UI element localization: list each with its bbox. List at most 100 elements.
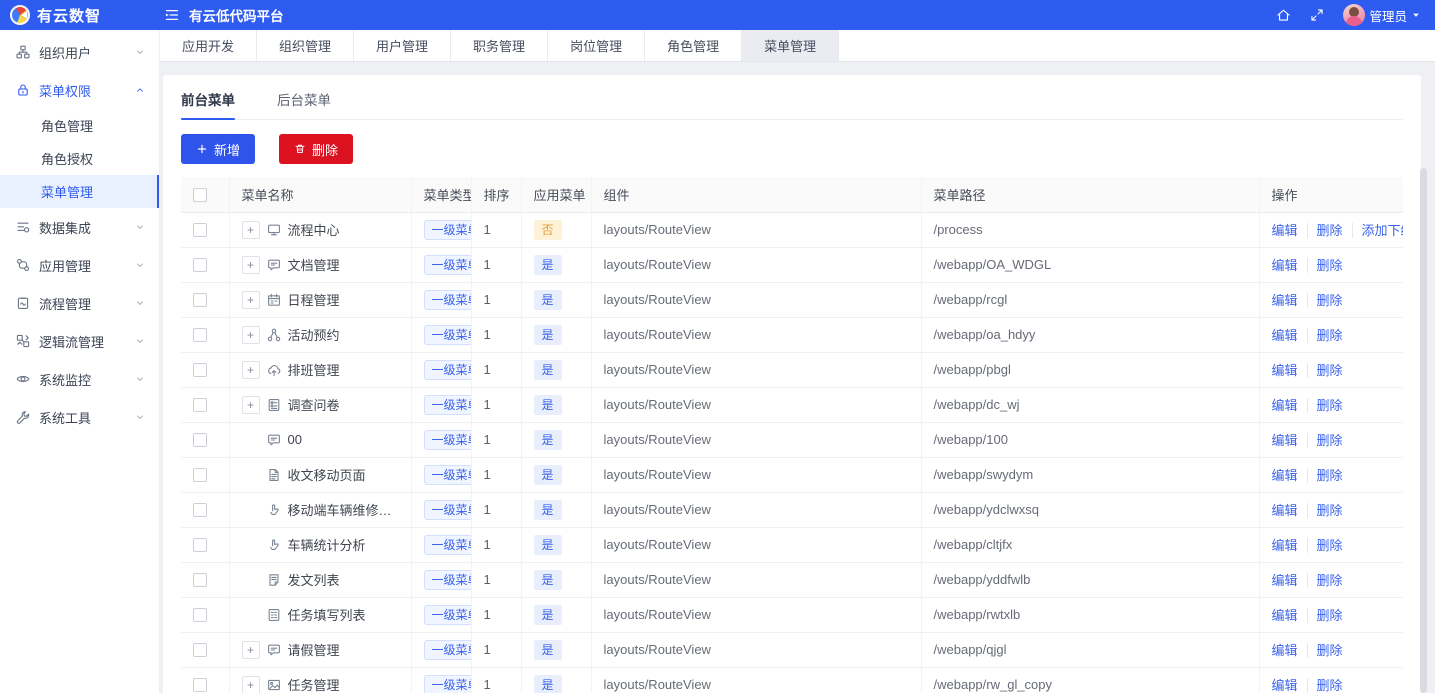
row-checkbox[interactable]	[193, 573, 207, 588]
row-checkbox[interactable]	[193, 678, 207, 693]
menu-name-cell: 车辆统计分析	[229, 527, 412, 563]
action-link-编辑[interactable]: 编辑	[1272, 538, 1307, 553]
action-link-编辑[interactable]: 编辑	[1272, 363, 1307, 378]
nav-tab-用户管理[interactable]: 用户管理	[354, 30, 452, 61]
sidebar-item-菜单权限[interactable]: 菜单权限	[0, 71, 159, 109]
action-link-编辑[interactable]: 编辑	[1272, 678, 1307, 693]
expand-button[interactable]: +	[241, 675, 260, 693]
toolbar: 新增 删除	[181, 134, 1403, 164]
page-tab-前台菜单[interactable]: 前台菜单	[181, 89, 235, 120]
sidebar-item-系统工具[interactable]: 系统工具	[0, 398, 159, 436]
expand-button[interactable]: +	[241, 290, 260, 309]
action-link-编辑[interactable]: 编辑	[1272, 643, 1307, 658]
menu-type-badge: 一级菜单	[423, 535, 470, 555]
row-checkbox[interactable]	[193, 608, 207, 623]
menu-type-badge: 一级菜单	[423, 605, 470, 625]
select-all-checkbox[interactable]	[193, 188, 207, 203]
logo-text: 有云数智	[37, 7, 102, 25]
page-tab-后台菜单[interactable]: 后台菜单	[277, 89, 331, 119]
action-link-删除[interactable]: 删除	[1306, 293, 1352, 308]
expand-button[interactable]: +	[241, 325, 260, 344]
component-cell: layouts/RouteView	[591, 352, 922, 388]
topbar: 有云数智 有云低代码平台 管理员	[0, 0, 1435, 30]
expand-button[interactable]: +	[241, 220, 260, 239]
menu-name-label: 任务填写列表	[287, 608, 366, 623]
sidebar-subitem-角色管理[interactable]: 角色管理	[0, 109, 159, 142]
action-link-编辑[interactable]: 编辑	[1272, 398, 1307, 413]
menu-name-cell: 发文列表	[229, 562, 412, 598]
delete-button[interactable]: 删除	[279, 134, 354, 164]
sidebar-item-流程管理[interactable]: 流程管理	[0, 284, 159, 322]
row-checkbox[interactable]	[193, 643, 207, 658]
nav-tab-角色管理[interactable]: 角色管理	[645, 30, 743, 61]
actions-cell: 编辑 删除	[1259, 457, 1403, 493]
action-link-编辑[interactable]: 编辑	[1272, 293, 1307, 308]
collapse-menu-icon[interactable]	[164, 7, 180, 23]
menu-type-badge: 一级菜单	[423, 255, 470, 275]
row-checkbox[interactable]	[193, 223, 207, 238]
action-link-删除[interactable]: 删除	[1306, 398, 1352, 413]
row-checkbox[interactable]	[193, 433, 207, 448]
sidebar-item-组织用户[interactable]: 组织用户	[0, 33, 159, 71]
nav-tab-职务管理[interactable]: 职务管理	[451, 30, 549, 61]
table-row: + 文档管理 一级菜单1是 layouts/RouteView/webapp/OA_W…	[181, 247, 1403, 283]
row-checkbox[interactable]	[193, 398, 207, 413]
expand-button[interactable]: +	[241, 255, 260, 274]
action-link-删除[interactable]: 删除	[1306, 678, 1352, 693]
action-link-删除[interactable]: 删除	[1306, 258, 1352, 273]
row-checkbox[interactable]	[193, 328, 207, 343]
sidebar-subitem-角色授权[interactable]: 角色授权	[0, 142, 159, 175]
app-menu-cell: 是	[521, 632, 592, 668]
menu-type-cell: 一级菜单	[411, 632, 472, 668]
action-link-删除[interactable]: 删除	[1306, 223, 1352, 238]
row-checkbox[interactable]	[193, 293, 207, 308]
row-checkbox[interactable]	[193, 363, 207, 378]
user-label: 管理员	[1369, 9, 1407, 24]
expand-button[interactable]: +	[241, 395, 260, 414]
action-link-编辑[interactable]: 编辑	[1272, 573, 1307, 588]
expand-button[interactable]: +	[241, 640, 260, 659]
action-link-删除[interactable]: 删除	[1306, 503, 1352, 518]
nav-tab-应用开发[interactable]: 应用开发	[160, 30, 258, 61]
avatar[interactable]	[1343, 4, 1366, 26]
sidebar-item-数据集成[interactable]: 数据集成	[0, 208, 159, 246]
sidebar-item-应用管理[interactable]: 应用管理	[0, 246, 159, 284]
action-link-删除[interactable]: 删除	[1306, 363, 1352, 378]
nav-tab-菜单管理[interactable]: 菜单管理	[742, 30, 840, 61]
nav-tab-组织管理[interactable]: 组织管理	[257, 30, 355, 61]
fullscreen-icon[interactable]	[1310, 8, 1324, 22]
action-link-编辑[interactable]: 编辑	[1272, 328, 1307, 343]
action-link-编辑[interactable]: 编辑	[1272, 608, 1307, 623]
action-link-删除[interactable]: 删除	[1306, 433, 1352, 448]
table-scrollbar[interactable]	[1420, 168, 1427, 693]
row-checkbox[interactable]	[193, 468, 207, 483]
action-link-删除[interactable]: 删除	[1306, 328, 1352, 343]
component-cell: layouts/RouteView	[591, 562, 922, 598]
action-link-编辑[interactable]: 编辑	[1272, 468, 1307, 483]
column-header-组件: 组件	[591, 177, 922, 213]
sidebar-item-逻辑流管理[interactable]: 逻辑流管理	[0, 322, 159, 360]
app-menu-cell: 是	[521, 247, 592, 283]
action-link-编辑[interactable]: 编辑	[1272, 258, 1307, 273]
row-checkbox[interactable]	[193, 258, 207, 273]
action-link-删除[interactable]: 删除	[1306, 608, 1352, 623]
action-link-删除[interactable]: 删除	[1306, 538, 1352, 553]
action-link-编辑[interactable]: 编辑	[1272, 223, 1307, 238]
action-link-编辑[interactable]: 编辑	[1272, 503, 1307, 518]
row-checkbox[interactable]	[193, 538, 207, 553]
sidebar-item-label: 逻辑流管理	[39, 334, 105, 350]
add-button[interactable]: 新增	[181, 134, 256, 164]
user-menu[interactable]: 管理员	[1343, 4, 1421, 26]
expand-button[interactable]: +	[241, 360, 260, 379]
row-checkbox[interactable]	[193, 503, 207, 518]
sidebar-subitem-菜单管理[interactable]: 菜单管理	[0, 175, 159, 208]
action-link-编辑[interactable]: 编辑	[1272, 433, 1307, 448]
sidebar-item-系统监控[interactable]: 系统监控	[0, 360, 159, 398]
action-link-删除[interactable]: 删除	[1306, 573, 1352, 588]
action-link-添加下级[interactable]: 添加下级	[1351, 223, 1403, 238]
sort-cell: 1	[471, 282, 522, 318]
home-icon[interactable]	[1276, 8, 1291, 23]
action-link-删除[interactable]: 删除	[1306, 468, 1352, 483]
action-link-删除[interactable]: 删除	[1306, 643, 1352, 658]
nav-tab-岗位管理[interactable]: 岗位管理	[548, 30, 646, 61]
